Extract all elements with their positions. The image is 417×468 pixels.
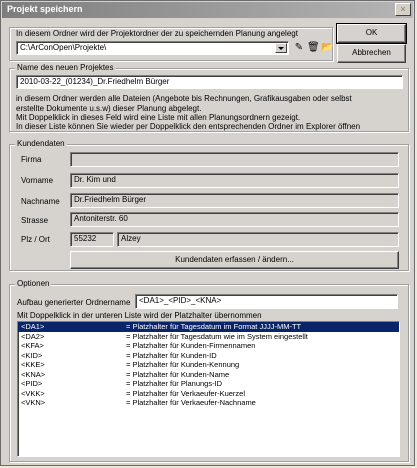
folder-label: In diesem Ordner wird der Projektordner …	[16, 29, 298, 38]
chevron-down-icon[interactable]	[275, 43, 287, 53]
project-info-line-2: erstellte Dokumente u.s.w) dieser Planun…	[16, 104, 202, 113]
placeholder-hint: Mit Doppelklick in der unteren Liste wir…	[17, 311, 262, 320]
project-info-line-3: Mit Doppelklick in dieses Feld wird eine…	[16, 113, 301, 122]
cancel-button[interactable]: Abbrechen	[337, 44, 406, 63]
folder-name-format-input[interactable]: <DA1>_<PID>_<KNA>	[135, 294, 398, 309]
folder-path-dropdown[interactable]: C:\ArConOpen\Projekte\	[16, 41, 289, 55]
edit-customer-button[interactable]: Kundendaten erfassen / ändern...	[70, 251, 399, 269]
list-item[interactable]: <KID> = Platzhalter für Kunden-ID	[18, 351, 399, 361]
list-item[interactable]: <KNA> = Platzhalter für Kunden-Name	[18, 370, 399, 380]
ort-field[interactable]: Alzey	[117, 232, 399, 247]
plz-field[interactable]: 55232	[70, 232, 114, 247]
firma-label: Firma	[21, 155, 42, 164]
dialog-window: Projekt speichern × OK Abbrechen In dies…	[0, 0, 415, 466]
project-name-field[interactable]: 2010-03-22_(01234)_Dr.Friedhelm Bürger	[16, 75, 403, 89]
list-item[interactable]: <KFA> = Platzhalter für Kunden-Firmenname…	[18, 341, 399, 351]
edit-pencil-icon[interactable]: ✎	[293, 42, 305, 54]
nachname-field[interactable]: Dr.Friedhelm Bürger	[70, 193, 399, 208]
folder-name-format-label: Aufbau generierter Ordnername	[17, 298, 131, 307]
project-info-line-1: in diesem Ordner werden alle Dateien (An…	[16, 94, 352, 103]
list-item[interactable]: <KKE> = Platzhalter für Kunden-Kennung	[18, 360, 399, 370]
placeholder-list[interactable]: <DA1> = Platzhalter für Tagesdatum im For…	[17, 321, 400, 457]
list-item[interactable]: <PID> = Platzhalter für Planungs-ID	[18, 379, 399, 389]
list-item[interactable]: <DA1> = Platzhalter für Tagesdatum im For…	[18, 322, 399, 332]
open-folder-icon[interactable]: 📂	[321, 42, 333, 54]
project-group-label: Name des neuen Projektes	[15, 63, 116, 72]
vorname-label: Vorname	[21, 176, 54, 185]
strasse-label: Strasse	[21, 216, 49, 225]
strasse-field[interactable]: Antoniterstr. 60	[70, 212, 399, 227]
ok-button[interactable]: OK	[336, 23, 407, 44]
vorname-field[interactable]: Dr. Kim und	[70, 173, 399, 188]
customer-group-label: Kundendaten	[15, 139, 67, 148]
title-bar[interactable]: Projekt speichern ×	[2, 2, 413, 18]
folder-path-value: C:\ArConOpen\Projekte\	[20, 43, 107, 52]
list-item[interactable]: <VKN> = Platzhalter für Verkaeufer-Nachna…	[18, 398, 399, 408]
trash-icon[interactable]: 🗑	[307, 42, 320, 54]
list-item[interactable]: <VKK> = Platzhalter für Verkaeufer-Kuerze…	[18, 389, 399, 399]
project-info-line-4: In dieser Liste können Sie wieder per Do…	[16, 122, 361, 131]
options-group-label: Optionen	[15, 279, 52, 288]
plz-ort-label: Plz / Ort	[21, 235, 50, 244]
window-title: Projekt speichern	[7, 4, 83, 14]
list-item[interactable]: <DA2> = Platzhalter für Tagesdatum wie im…	[18, 332, 399, 342]
close-icon[interactable]: ×	[395, 3, 411, 16]
nachname-label: Nachname	[21, 197, 60, 206]
firma-field[interactable]	[70, 152, 399, 167]
